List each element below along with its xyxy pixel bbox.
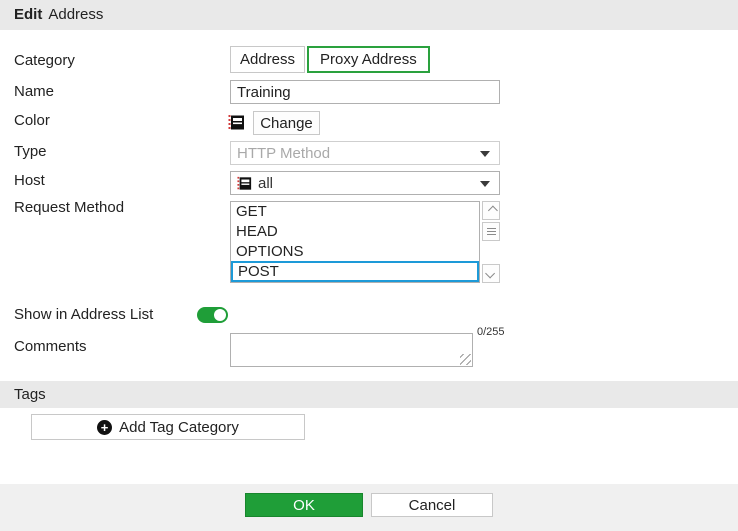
comments-textarea[interactable]: [230, 333, 473, 367]
request-method-option-options[interactable]: OPTIONS: [231, 242, 479, 262]
request-method-list: GET HEAD OPTIONS POST: [230, 201, 480, 283]
host-dropdown-value: all: [258, 175, 273, 192]
request-method-option-head[interactable]: HEAD: [231, 222, 479, 242]
cancel-button[interactable]: Cancel: [371, 493, 493, 517]
plus-circle-icon: +: [97, 420, 112, 435]
chevron-down-icon: [480, 151, 490, 157]
dialog-title-action: Edit: [14, 6, 42, 23]
name-input[interactable]: [230, 80, 500, 104]
dialog-title-object: Address: [48, 6, 103, 23]
request-method-label: Request Method: [14, 199, 124, 216]
add-tag-category-button[interactable]: + Add Tag Category: [31, 414, 305, 440]
scroll-down-button[interactable]: [482, 264, 500, 283]
chevron-up-icon: [487, 206, 497, 216]
dialog-title-bar: Edit Address: [0, 0, 738, 30]
category-label: Category: [14, 52, 75, 69]
scrollbar-thumb[interactable]: [482, 222, 500, 241]
color-label: Color: [14, 112, 50, 129]
ok-button[interactable]: OK: [245, 493, 363, 517]
add-tag-category-label: Add Tag Category: [119, 419, 239, 436]
type-dropdown[interactable]: HTTP Method: [230, 141, 500, 165]
host-label: Host: [14, 172, 45, 189]
chevron-down-icon: [485, 269, 495, 279]
chevron-down-icon: [480, 181, 490, 187]
category-button-group: Address Proxy Address: [230, 46, 430, 73]
address-object-icon: [237, 176, 252, 191]
host-dropdown[interactable]: all: [230, 171, 500, 195]
dialog-footer: OK Cancel: [0, 484, 738, 531]
request-method-scrollbar: [482, 201, 500, 283]
edit-address-dialog: Edit Address Category Name Color Type Hos…: [0, 0, 738, 531]
category-option-address[interactable]: Address: [230, 46, 305, 73]
scroll-up-button[interactable]: [482, 201, 500, 220]
request-method-option-post-selected[interactable]: POST: [231, 261, 479, 282]
toggle-knob: [214, 309, 226, 321]
grip-lines-icon: [487, 228, 496, 235]
type-dropdown-value: HTTP Method: [237, 145, 330, 162]
show-in-address-list-toggle[interactable]: [197, 307, 228, 323]
comments-char-counter: 0/255: [477, 326, 505, 338]
tags-section-header: Tags: [0, 381, 738, 408]
category-option-proxy-address[interactable]: Proxy Address: [307, 46, 430, 73]
show-in-address-list-label: Show in Address List: [14, 306, 153, 323]
type-label: Type: [14, 143, 47, 160]
address-object-icon: [228, 114, 245, 131]
comments-label: Comments: [14, 338, 87, 355]
name-label: Name: [14, 83, 54, 100]
request-method-option-get[interactable]: GET: [231, 202, 479, 222]
color-change-button[interactable]: Change: [253, 111, 320, 135]
